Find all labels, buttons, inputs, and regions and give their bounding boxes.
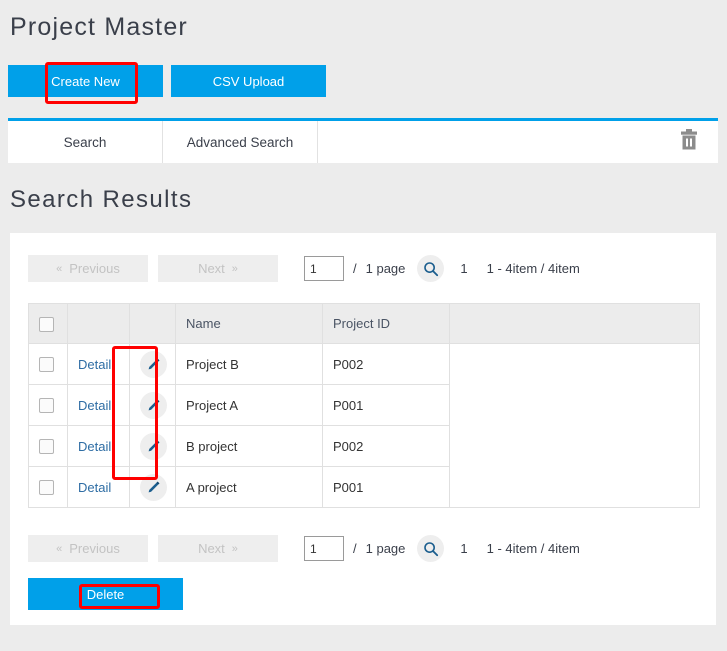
edit-cell (129, 466, 176, 508)
row-checkbox[interactable] (39, 398, 54, 414)
edit-header (129, 303, 176, 344)
row-select-cell (28, 425, 68, 467)
csv-upload-button[interactable]: CSV Upload (171, 65, 326, 97)
page-number-input-bottom[interactable] (304, 536, 344, 561)
project-id-cell: P002 (322, 343, 450, 385)
next-label: Next (198, 261, 225, 276)
page-separator-bottom: / (353, 541, 357, 556)
next-button-top[interactable]: Next » (158, 255, 278, 282)
next-button-bottom[interactable]: Next » (158, 535, 278, 562)
name-header: Name (175, 303, 323, 344)
previous-button-top[interactable]: « Previous (28, 255, 148, 282)
tab-bar-spacer (318, 121, 718, 163)
pencil-icon[interactable] (140, 350, 167, 378)
project-id-header: Project ID (322, 303, 450, 344)
previous-chevron-icon: « (56, 542, 63, 555)
row-checkbox[interactable] (39, 480, 54, 496)
page-total-label-bottom: 1 page (365, 541, 406, 556)
detail-cell: Detail (67, 343, 130, 385)
table-row: Detail B project P002 (28, 425, 700, 467)
pager-bottom: « Previous Next » / 1 page 1 1 - 4item /… (28, 535, 580, 562)
table-head: Name Project ID (28, 303, 700, 344)
section-heading: Search Results (10, 186, 193, 213)
blank-cell (449, 425, 700, 467)
previous-button-bottom[interactable]: « Previous (28, 535, 148, 562)
previous-label: Previous (69, 541, 120, 556)
table-body: Detail Project B P002 Detail Project A P001 De… (28, 343, 700, 508)
detail-header (67, 303, 130, 344)
project-id-cell: P001 (322, 466, 450, 508)
trash-icon[interactable] (678, 128, 700, 157)
action-button-bar: Create New CSV Upload (8, 65, 326, 97)
page-number-input-top[interactable] (304, 256, 344, 281)
name-cell: Project B (175, 343, 323, 385)
blank-header (449, 303, 700, 344)
detail-link[interactable]: Detail (78, 357, 111, 372)
current-page-bottom: 1 (460, 541, 468, 556)
page-total-label-top: 1 page (365, 261, 406, 276)
create-new-button[interactable]: Create New (8, 65, 163, 97)
search-icon-button-top[interactable] (417, 255, 445, 282)
detail-cell: Detail (67, 466, 130, 508)
name-cell: A project (175, 466, 323, 508)
next-label: Next (198, 541, 225, 556)
project-id-cell: P001 (322, 384, 450, 426)
pencil-icon[interactable] (140, 391, 167, 419)
previous-chevron-icon: « (56, 262, 63, 275)
blank-cell (449, 384, 700, 426)
edit-cell (129, 425, 176, 467)
detail-link[interactable]: Detail (78, 480, 111, 495)
next-chevron-icon: » (231, 542, 238, 555)
row-select-cell (28, 343, 68, 385)
tab-search[interactable]: Search (8, 121, 163, 163)
page-title: Project Master (10, 13, 188, 41)
search-results-panel: « Previous Next » / 1 page 1 1 - 4item /… (10, 233, 716, 625)
item-range-top: 1 - 4item / 4item (486, 261, 580, 276)
next-chevron-icon: » (231, 262, 238, 275)
row-checkbox[interactable] (39, 439, 54, 455)
row-checkbox[interactable] (39, 357, 54, 373)
current-page-top: 1 (460, 261, 468, 276)
select-all-header (28, 303, 68, 344)
table-row: Detail A project P001 (28, 466, 700, 508)
page-separator-top: / (353, 261, 357, 276)
table-header-row: Name Project ID (28, 303, 700, 344)
detail-link[interactable]: Detail (78, 439, 111, 454)
row-select-cell (28, 466, 68, 508)
tab-bar: Search Advanced Search (8, 118, 718, 163)
search-icon-button-bottom[interactable] (417, 535, 445, 562)
delete-button[interactable]: Delete (28, 578, 183, 610)
pencil-icon[interactable] (140, 432, 167, 460)
detail-link[interactable]: Detail (78, 398, 111, 413)
table-row: Detail Project B P002 (28, 343, 700, 385)
row-select-cell (28, 384, 68, 426)
blank-cell (449, 466, 700, 508)
results-table: Name Project ID Detail Project B P002 Detai… (28, 303, 700, 508)
select-all-checkbox[interactable] (39, 316, 54, 332)
pager-top: « Previous Next » / 1 page 1 1 - 4item /… (28, 255, 580, 282)
tab-advanced-search[interactable]: Advanced Search (163, 121, 318, 163)
table-row: Detail Project A P001 (28, 384, 700, 426)
project-id-cell: P002 (322, 425, 450, 467)
item-range-bottom: 1 - 4item / 4item (486, 541, 580, 556)
detail-cell: Detail (67, 425, 130, 467)
edit-cell (129, 343, 176, 385)
name-cell: B project (175, 425, 323, 467)
pencil-icon[interactable] (140, 473, 167, 501)
name-cell: Project A (175, 384, 323, 426)
edit-cell (129, 384, 176, 426)
previous-label: Previous (69, 261, 120, 276)
blank-cell (449, 343, 700, 385)
detail-cell: Detail (67, 384, 130, 426)
